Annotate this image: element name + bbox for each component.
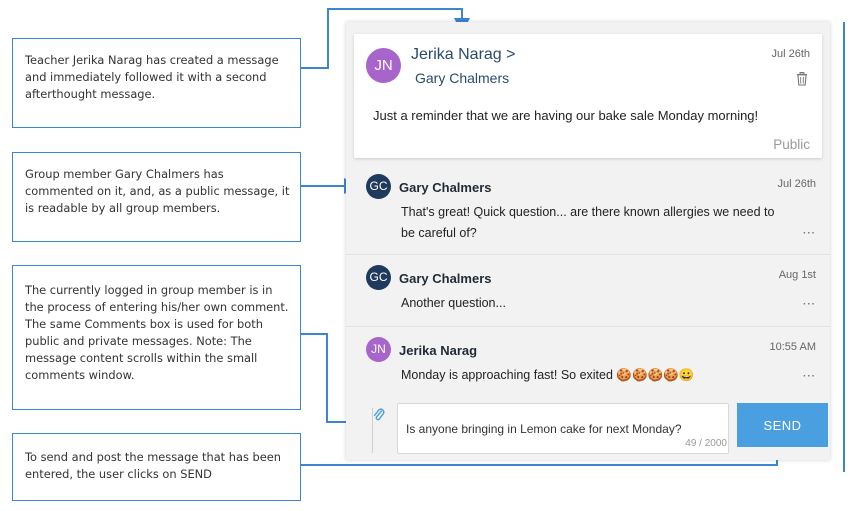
comment-author: Gary Chalmers: [399, 180, 492, 195]
callout-send: To send and post the message that has be…: [12, 433, 301, 501]
recipient-name[interactable]: Gary Chalmers: [415, 70, 509, 86]
comment-author: Jerika Narag: [399, 343, 478, 358]
comment-author: Gary Chalmers: [399, 271, 492, 286]
callout-comment-public: Group member Gary Chalmers has commented…: [12, 152, 301, 242]
paperclip-icon[interactable]: [373, 408, 385, 427]
comment-item: JN Jerika Narag 10:55 AM Monday is appro…: [346, 327, 830, 398]
comment-date: Jul 26th: [777, 178, 816, 190]
callout-message-created: Teacher Jerika Narag has created a messa…: [12, 38, 301, 128]
more-options-icon[interactable]: ···: [803, 299, 816, 310]
avatar: GC: [366, 265, 391, 290]
avatar: JN: [366, 337, 391, 362]
avatar: JN: [366, 48, 401, 83]
avatar: GC: [366, 174, 391, 199]
right-divider: [843, 22, 845, 472]
sender-name[interactable]: Jerika Narag >: [411, 46, 516, 64]
message-card: JN Jerika Narag > Gary Chalmers Jul 26th…: [354, 34, 822, 158]
comment-date: Aug 1st: [778, 269, 816, 281]
more-options-icon[interactable]: ···: [803, 228, 816, 239]
comment-text: That's great! Quick question... are ther…: [401, 205, 775, 240]
message-panel: JN Jerika Narag > Gary Chalmers Jul 26th…: [346, 22, 830, 460]
message-body: Just a reminder that we are having our b…: [373, 108, 759, 123]
comment-item: GC Gary Chalmers Aug 1st Another questio…: [346, 255, 830, 327]
compose-area: 49 / 2000 SEND: [346, 398, 830, 460]
comment-item: GC Gary Chalmers Jul 26th That's great! …: [346, 164, 830, 255]
character-counter: 49 / 2000: [685, 438, 727, 449]
comment-text: Another question...: [401, 296, 506, 310]
visibility-label: Public: [773, 137, 810, 152]
comment-text: Monday is approaching fast! So exited 🍪🍪…: [401, 368, 695, 382]
callout-entering-comment: The currently logged in group member is …: [12, 265, 301, 410]
trash-icon[interactable]: [796, 72, 808, 91]
message-date: Jul 26th: [771, 48, 810, 60]
send-button[interactable]: SEND: [737, 403, 828, 447]
comment-date: 10:55 AM: [769, 341, 816, 353]
more-options-icon[interactable]: ···: [803, 371, 816, 382]
comments-list[interactable]: GC Gary Chalmers Jul 26th That's great! …: [346, 164, 830, 398]
